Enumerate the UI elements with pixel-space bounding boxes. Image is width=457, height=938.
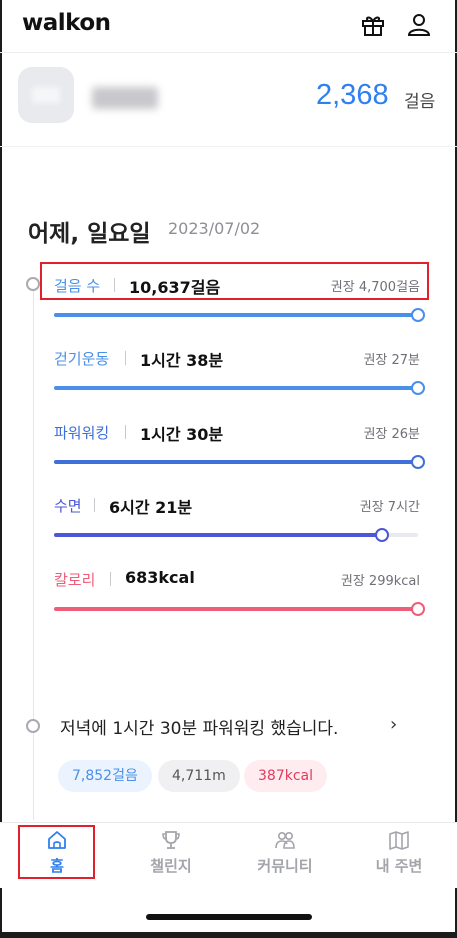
home-highlight-box — [18, 825, 95, 879]
nav-label: 커뮤니티 — [257, 857, 313, 875]
metric-separator — [110, 572, 111, 586]
user-name-blurred — [92, 87, 158, 109]
frame-bottom-edge — [0, 932, 457, 938]
progress-knob — [411, 381, 425, 395]
metric-value: 1시간 30분 — [140, 425, 224, 444]
day-title: 어제, 일요일 — [28, 221, 151, 247]
pill-distance: 4,711m — [158, 760, 240, 792]
nav-community[interactable]: 커뮤니티 — [228, 823, 342, 888]
metric-label: 수면 — [54, 497, 82, 515]
nav-label: 내 주변 — [375, 857, 423, 875]
progress-knob — [411, 308, 425, 322]
metric-recommended: 권장 27분 — [363, 353, 420, 368]
progress-knob — [375, 528, 389, 542]
metric-value: 1시간 38분 — [140, 351, 224, 370]
steps-highlight-box — [40, 262, 429, 300]
metric-recommended: 권장 7시간 — [359, 500, 420, 515]
activity-summary[interactable]: 저녁에 1시간 30분 파워워킹 했습니다. — [60, 714, 338, 739]
top-bar: walkon — [0, 0, 457, 53]
progress-fill — [54, 313, 418, 317]
day-date: 2023/07/02 — [168, 219, 261, 238]
progress-track — [54, 308, 425, 322]
metric-recommended: 권장 299kcal — [340, 574, 420, 589]
metric-label: 칼로리 — [54, 571, 96, 589]
progress-fill — [54, 460, 418, 464]
app-logo: walkon — [22, 10, 111, 36]
today-steps-value: 2,368 — [316, 79, 389, 111]
progress-track — [54, 381, 425, 395]
gift-icon[interactable] — [360, 12, 386, 38]
progress-fill — [54, 533, 382, 537]
avatar — [18, 67, 74, 123]
user-icon[interactable] — [406, 12, 432, 38]
home-indicator — [146, 914, 312, 920]
progress-knob — [411, 602, 425, 616]
today-steps-unit: 걸음 — [404, 92, 436, 112]
metric-separator — [94, 498, 95, 512]
metric-separator — [125, 351, 126, 365]
metric-label: 걷기운동 — [54, 350, 110, 368]
timeline-line — [33, 290, 34, 820]
progress-track — [54, 528, 418, 542]
pill-steps: 7,852걸음 — [58, 760, 152, 792]
community-icon — [275, 831, 295, 849]
progress-track — [54, 602, 425, 616]
metric-separator — [125, 425, 126, 439]
nav-challenge[interactable]: 챌린지 — [114, 823, 228, 888]
section-divider — [0, 146, 457, 147]
timeline-dot — [26, 277, 40, 291]
nav-nearby[interactable]: 내 주변 — [342, 823, 456, 888]
progress-fill — [54, 607, 418, 611]
profile-section[interactable]: 2,368 걸음 — [0, 53, 457, 145]
trophy-icon — [162, 831, 180, 849]
metric-value: 683kcal — [125, 568, 195, 587]
metric-label: 파워워킹 — [54, 424, 110, 442]
map-icon — [389, 831, 409, 850]
metric-recommended: 권장 26분 — [363, 427, 420, 442]
timeline-dot — [26, 719, 40, 733]
progress-track — [54, 455, 425, 469]
progress-knob — [411, 455, 425, 469]
nav-label: 챌린지 — [150, 857, 192, 875]
metric-value: 6시간 21분 — [109, 498, 193, 517]
chevron-right-icon[interactable]: › — [390, 714, 397, 735]
pill-calories: 387kcal — [244, 760, 327, 792]
progress-fill — [54, 386, 418, 390]
